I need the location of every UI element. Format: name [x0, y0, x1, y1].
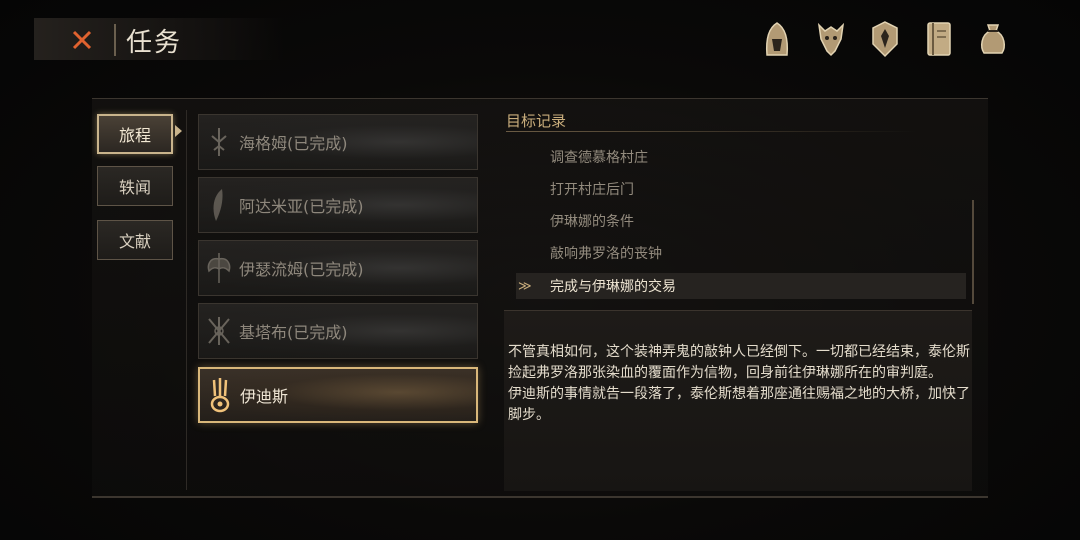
quest-item-haigemu[interactable]: 海格姆(已完成) [198, 114, 478, 170]
objective-item[interactable]: 敲响弗罗洛的丧钟 [516, 240, 966, 266]
header-divider [114, 24, 116, 56]
journal-book-icon[interactable] [922, 18, 956, 60]
page-title: 任务 [126, 28, 183, 58]
description-paragraph: 不管真相如何，这个装神弄鬼的敲钟人已经倒下。一切都已经结束，泰伦斯捡起弗罗洛那张… [508, 344, 970, 381]
shield-crest-icon[interactable] [868, 18, 902, 60]
quest-label: 阿达米亚(已完成) [239, 197, 364, 216]
quest-label: 海格姆(已完成) [239, 134, 348, 153]
quest-description: 不管真相如何，这个装神弄鬼的敲钟人已经倒下。一切都已经结束，泰伦斯捡起弗罗洛那张… [508, 342, 970, 426]
objectives-title-underline [506, 131, 916, 132]
quest-item-jitabu[interactable]: 基塔布(已完成) [198, 303, 478, 359]
hood-icon[interactable] [760, 18, 794, 60]
tab-anecdotes[interactable]: 轶闻 [97, 166, 173, 206]
panel-bottom-border [92, 496, 988, 497]
flame-crest-icon [200, 367, 240, 423]
active-tab-pointer [175, 125, 182, 137]
objective-item[interactable]: 伊琳娜的条件 [516, 208, 966, 234]
objectives-title: 目标记录 [506, 112, 567, 130]
quest-item-yiseliumu[interactable]: 伊瑟流姆(已完成) [198, 240, 478, 296]
winged-axe-icon [199, 240, 239, 296]
pouch-bag-icon[interactable] [976, 18, 1010, 60]
list-divider [186, 110, 187, 490]
crossed-rune-icon [199, 303, 239, 359]
objectives-scrollbar[interactable] [972, 200, 974, 304]
tab-documents[interactable]: 文献 [97, 220, 173, 260]
quest-label: 伊瑟流姆(已完成) [239, 260, 364, 279]
tab-journey[interactable]: 旅程 [97, 114, 173, 154]
rune-glyph-icon [199, 114, 239, 170]
objective-item[interactable]: 调查德慕格村庄 [516, 144, 966, 170]
quest-label: 伊迪斯 [240, 387, 289, 406]
objective-item-current[interactable]: 完成与伊琳娜的交易 [516, 273, 966, 299]
feather-blade-icon [199, 177, 239, 233]
x-mark-icon [72, 30, 92, 50]
close-button[interactable] [64, 24, 100, 56]
description-paragraph: 伊迪斯的事情就告一段落了，泰伦斯想着那座通往赐福之地的大桥，加快了脚步。 [508, 386, 970, 423]
quest-item-yidisi[interactable]: 伊迪斯 [198, 367, 478, 423]
beast-skull-icon[interactable] [814, 18, 848, 60]
current-objective-marker: ≫ [518, 278, 532, 294]
top-menu-icons [760, 18, 1010, 60]
quest-item-adamiya[interactable]: 阿达米亚(已完成) [198, 177, 478, 233]
objective-item[interactable]: 打开村庄后门 [516, 176, 966, 202]
quest-label: 基塔布(已完成) [239, 323, 348, 342]
